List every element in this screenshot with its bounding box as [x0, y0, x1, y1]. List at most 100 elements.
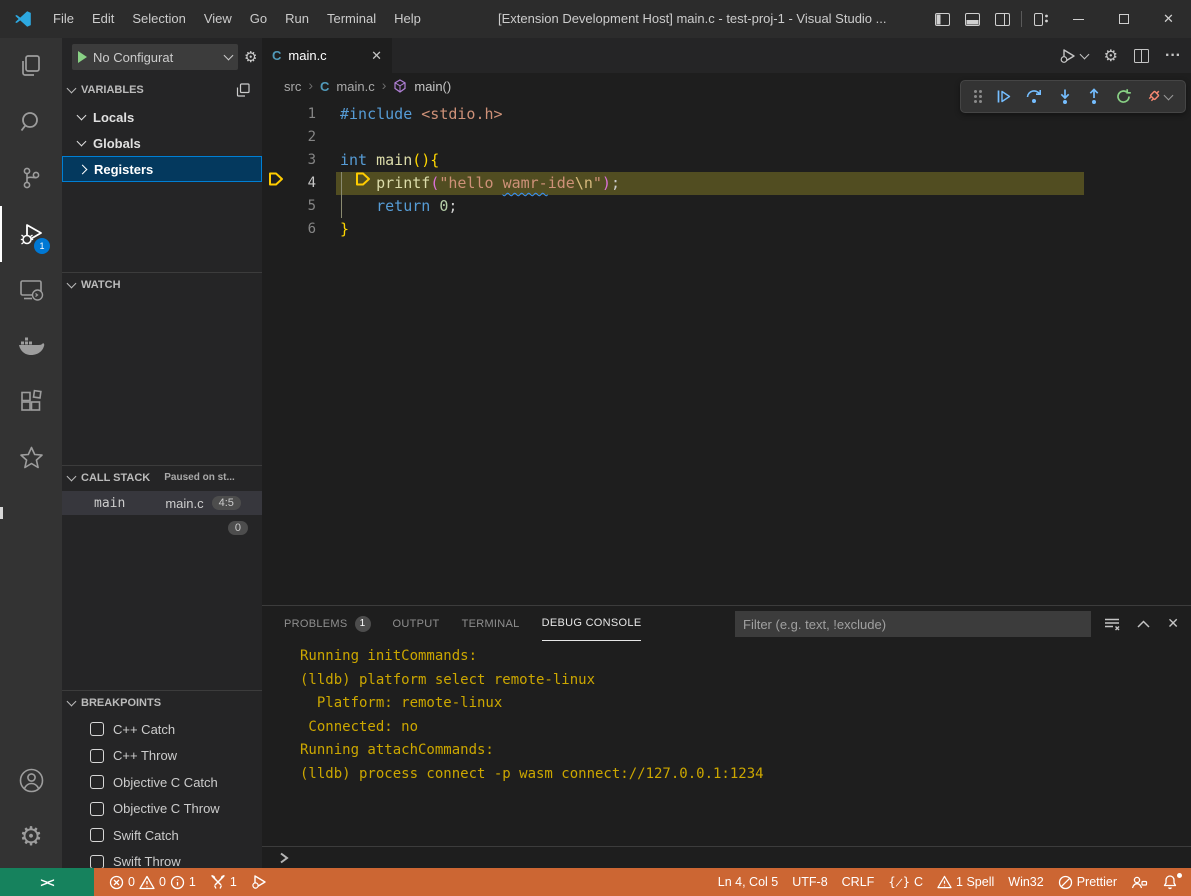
console-input-row[interactable]	[262, 846, 1191, 869]
customize-layout-icon[interactable]	[1026, 0, 1056, 38]
formatter-status[interactable]: Prettier	[1051, 868, 1124, 896]
breadcrumb-file[interactable]: main.c	[336, 79, 374, 94]
continue-button[interactable]	[995, 88, 1012, 105]
chevron-separator-icon: ›	[308, 77, 313, 93]
language-mode[interactable]: {̷} C	[881, 868, 930, 896]
menu-selection[interactable]: Selection	[123, 0, 194, 38]
encoding[interactable]: UTF-8	[785, 868, 834, 896]
breadcrumb-symbol[interactable]: main()	[414, 79, 451, 94]
sidebar-item-search[interactable]	[0, 94, 62, 150]
checkbox[interactable]	[90, 775, 104, 789]
tab-problems[interactable]: PROBLEMS 1	[284, 607, 371, 641]
tab-output[interactable]: OUTPUT	[393, 607, 440, 641]
variables-scope-globals[interactable]: Globals	[62, 130, 262, 156]
breakpoint-cpp-throw[interactable]: C++ Throw	[62, 743, 262, 770]
tab-main-c[interactable]: C main.c ✕	[262, 38, 392, 73]
sidebar-item-docker[interactable]	[0, 318, 62, 374]
menu-file[interactable]: File	[44, 0, 83, 38]
tools-status[interactable]: 1	[203, 868, 244, 896]
breakpoint-objc-throw[interactable]: Objective C Throw	[62, 796, 262, 823]
checkbox[interactable]	[90, 855, 104, 869]
menu-edit[interactable]: Edit	[83, 0, 123, 38]
step-out-button[interactable]	[1086, 88, 1102, 105]
disconnect-button[interactable]	[1145, 88, 1172, 105]
copy-value-icon[interactable]	[236, 83, 250, 97]
breakpoint-objc-catch[interactable]: Objective C Catch	[62, 769, 262, 796]
sidebar-item-run-and-debug[interactable]: 1	[0, 206, 62, 262]
debug-console-output[interactable]: Running initCommands: (lldb) platform se…	[262, 641, 1191, 826]
platform-status[interactable]: Win32	[1001, 868, 1050, 896]
split-editor-icon[interactable]	[1134, 49, 1149, 63]
open-settings-icon[interactable]: ⚙	[1104, 46, 1118, 66]
variables-scope-registers[interactable]: Registers	[62, 156, 262, 182]
current-statement-gutter-arrow-icon[interactable]	[267, 171, 285, 187]
c-language-icon: C	[320, 79, 329, 94]
menu-view[interactable]: View	[195, 0, 241, 38]
breadcrumb-src[interactable]: src	[284, 79, 301, 94]
start-debugging-icon[interactable]	[78, 51, 87, 63]
toggle-panel-icon[interactable]	[957, 0, 987, 38]
sidebar-item-favorites[interactable]	[0, 430, 62, 486]
current-statement-inline-arrow-icon[interactable]	[354, 171, 372, 187]
launch-configuration-dropdown[interactable]: No Configurat	[72, 44, 238, 70]
breakpoint-cpp-catch[interactable]: C++ Catch	[62, 716, 262, 743]
variables-scope-locals[interactable]: Locals	[62, 104, 262, 130]
toggle-sidebar-icon[interactable]	[927, 0, 957, 38]
debug-status[interactable]	[244, 868, 275, 896]
feedback-button[interactable]	[1124, 868, 1155, 896]
call-stack-section-header[interactable]: CALL STACK Paused on st...	[62, 465, 262, 489]
menu-help[interactable]: Help	[385, 0, 430, 38]
line-number: 3	[262, 149, 316, 172]
checkbox[interactable]	[90, 802, 104, 816]
close-button[interactable]: ✕	[1146, 0, 1191, 38]
run-or-debug-button[interactable]	[1059, 48, 1088, 64]
cursor-position[interactable]: Ln 4, Col 5	[711, 868, 785, 896]
code-editor[interactable]: 1 #include <stdio.h> 2 3 int main(){ 4 p…	[262, 99, 1191, 605]
maximize-panel-icon[interactable]	[1137, 620, 1150, 628]
symbol-method-icon	[393, 79, 407, 93]
accounts-button[interactable]	[0, 752, 62, 808]
menu-go[interactable]: Go	[241, 0, 276, 38]
step-over-button[interactable]	[1025, 88, 1043, 105]
checkbox[interactable]	[90, 828, 104, 842]
problems-status[interactable]: 0 0 1	[102, 868, 203, 896]
sidebar-item-extensions[interactable]	[0, 374, 62, 430]
notifications-button[interactable]	[1155, 868, 1185, 896]
menu-run[interactable]: Run	[276, 0, 318, 38]
eol-sequence[interactable]: CRLF	[835, 868, 882, 896]
sidebar-item-source-control[interactable]	[0, 150, 62, 206]
breakpoints-section-header[interactable]: BREAKPOINTS	[62, 690, 262, 714]
watch-section-header[interactable]: WATCH	[62, 272, 262, 296]
configure-gear-icon[interactable]: ⚙	[244, 48, 257, 66]
tab-debug-console[interactable]: DEBUG CONSOLE	[542, 607, 642, 641]
maximize-button[interactable]	[1101, 0, 1146, 38]
remote-indicator[interactable]: ><	[0, 868, 94, 896]
close-panel-icon[interactable]: ✕	[1167, 615, 1179, 632]
titlebar-controls: ✕	[927, 0, 1191, 38]
manage-button[interactable]: ⚙	[0, 808, 62, 864]
drag-handle-icon[interactable]	[974, 90, 982, 103]
stack-frame-row[interactable]: main main.c 4:5	[62, 491, 262, 515]
line-number: 1	[262, 103, 316, 126]
checkbox[interactable]	[90, 722, 104, 736]
close-tab-icon[interactable]: ✕	[371, 48, 382, 64]
sidebar-item-explorer[interactable]	[0, 38, 62, 94]
menu-terminal[interactable]: Terminal	[318, 0, 385, 38]
sidebar-item-remote-explorer[interactable]	[0, 262, 62, 318]
clear-console-icon[interactable]	[1104, 617, 1120, 631]
restart-button[interactable]	[1115, 88, 1132, 105]
console-filter-input[interactable]	[735, 611, 1091, 637]
toggle-secondary-sidebar-icon[interactable]	[987, 0, 1017, 38]
spell-checker-status[interactable]: 1 Spell	[930, 868, 1001, 896]
info-count: 1	[189, 875, 196, 889]
checkbox[interactable]	[90, 749, 104, 763]
breakpoint-swift-catch[interactable]: Swift Catch	[62, 822, 262, 849]
variables-section-header[interactable]: VARIABLES	[62, 78, 262, 102]
watch-header-label: WATCH	[81, 279, 121, 291]
more-actions-icon[interactable]: ···	[1165, 47, 1181, 65]
scope-label: Registers	[94, 162, 153, 177]
debug-alt-icon	[251, 874, 268, 890]
step-into-button[interactable]	[1057, 88, 1073, 105]
tab-terminal[interactable]: TERMINAL	[462, 607, 520, 641]
minimize-button[interactable]	[1056, 0, 1101, 38]
